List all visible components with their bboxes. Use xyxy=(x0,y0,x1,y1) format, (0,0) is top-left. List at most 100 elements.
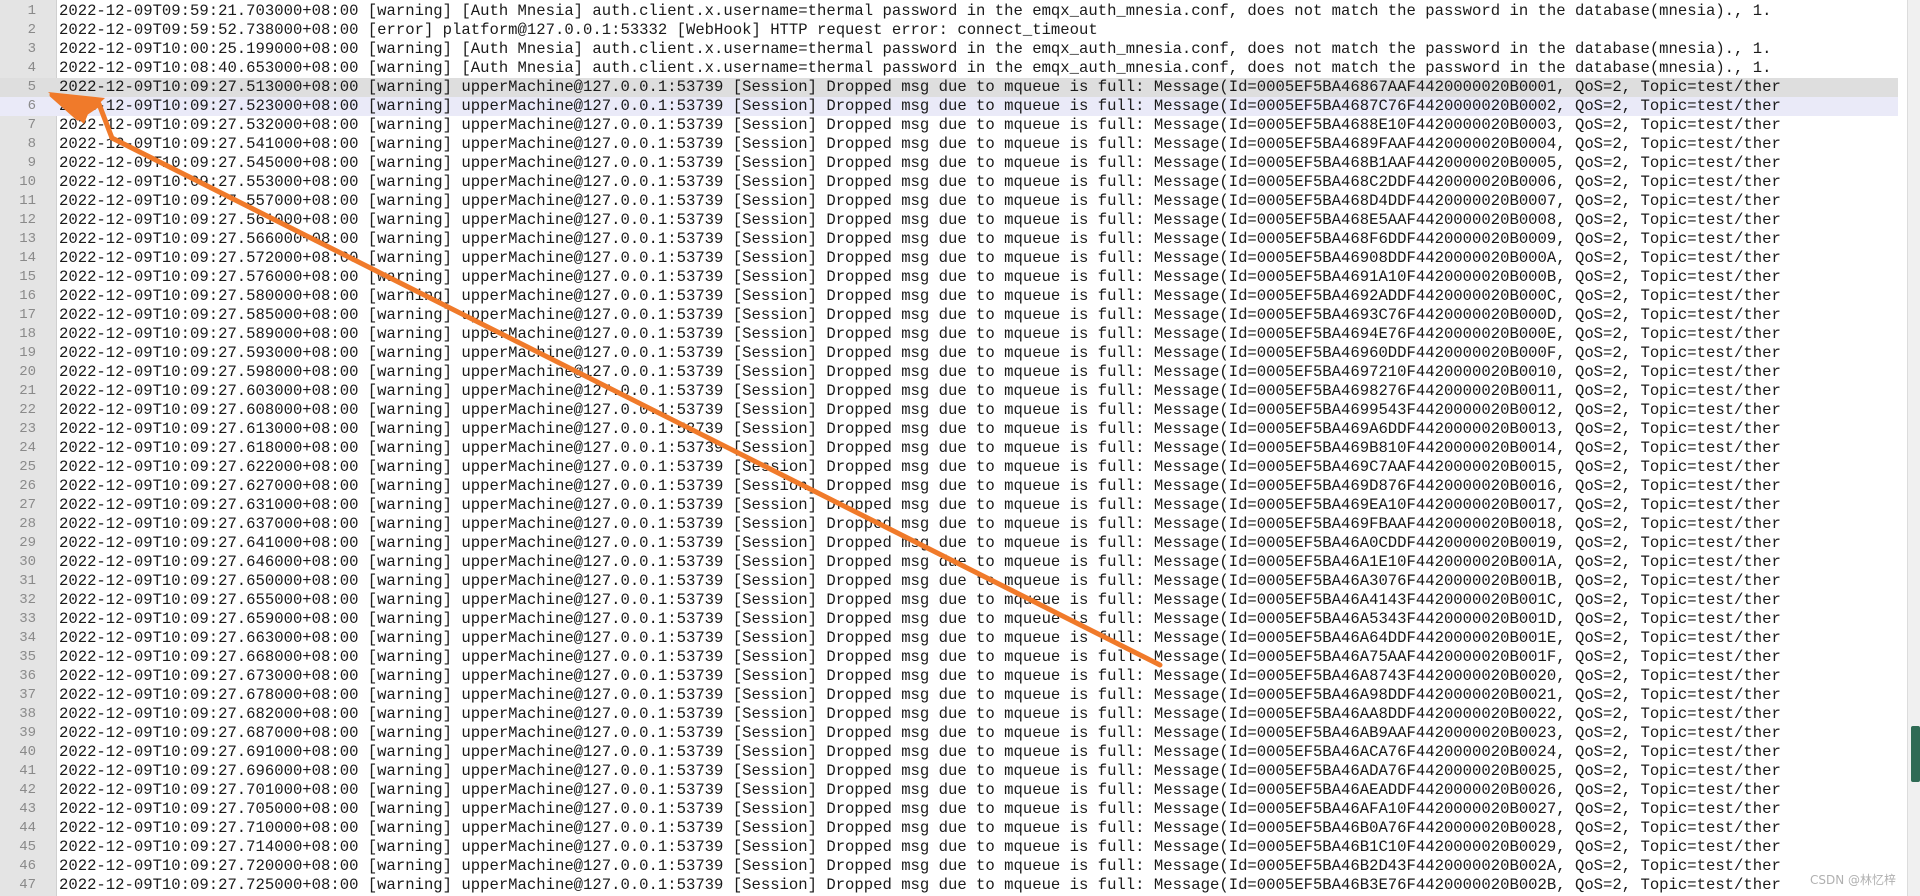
log-line[interactable]: 14 2022-12-09T10:09:27.572000+08:00 [warn… xyxy=(0,249,1898,268)
line-number: 11 xyxy=(19,193,36,209)
log-line-text: 2022-12-09T10:09:27.646000+08:00 [warnin… xyxy=(59,553,1781,571)
line-number: 36 xyxy=(19,668,36,684)
log-line-text: 2022-12-09T10:09:27.572000+08:00 [warnin… xyxy=(59,249,1781,267)
line-number: 1 xyxy=(27,3,36,19)
log-line[interactable]: 38 2022-12-09T10:09:27.682000+08:00 [warn… xyxy=(0,705,1898,724)
log-line[interactable]: 2 2022-12-09T09:59:52.738000+08:00 [error… xyxy=(0,21,1898,40)
log-line[interactable]: 47 2022-12-09T10:09:27.725000+08:00 [warn… xyxy=(0,876,1898,895)
line-number: 37 xyxy=(19,687,36,703)
log-line[interactable]: 35 2022-12-09T10:09:27.668000+08:00 [warn… xyxy=(0,648,1898,667)
log-line[interactable]: 20 2022-12-09T10:09:27.598000+08:00 [warn… xyxy=(0,363,1898,382)
log-line-text: 2022-12-09T10:09:27.598000+08:00 [warnin… xyxy=(59,363,1781,381)
log-line[interactable]: 29 2022-12-09T10:09:27.641000+08:00 [warn… xyxy=(0,534,1898,553)
log-line[interactable]: 1 2022-12-09T09:59:21.703000+08:00 [warni… xyxy=(0,2,1898,21)
log-line[interactable]: 23 2022-12-09T10:09:27.613000+08:00 [warn… xyxy=(0,420,1898,439)
line-number: 32 xyxy=(19,592,36,608)
log-line[interactable]: 46 2022-12-09T10:09:27.720000+08:00 [warn… xyxy=(0,857,1898,876)
log-line[interactable]: 43 2022-12-09T10:09:27.705000+08:00 [warn… xyxy=(0,800,1898,819)
log-line[interactable]: 5 2022-12-09T10:09:27.513000+08:00 [warni… xyxy=(0,78,1898,97)
log-line[interactable]: 34 2022-12-09T10:09:27.663000+08:00 [warn… xyxy=(0,629,1898,648)
log-line-text: 2022-12-09T10:09:27.561000+08:00 [warnin… xyxy=(59,211,1781,229)
log-line[interactable]: 4 2022-12-09T10:08:40.653000+08:00 [warni… xyxy=(0,59,1898,78)
line-number: 9 xyxy=(27,155,36,171)
log-line[interactable]: 27 2022-12-09T10:09:27.631000+08:00 [warn… xyxy=(0,496,1898,515)
log-line-text: 2022-12-09T10:09:27.523000+08:00 [warnin… xyxy=(59,97,1781,115)
line-number: 25 xyxy=(19,459,36,475)
scrollbar-thumb[interactable] xyxy=(1911,726,1920,782)
log-line-text: 2022-12-09T10:09:27.545000+08:00 [warnin… xyxy=(59,154,1781,172)
log-line[interactable]: 10 2022-12-09T10:09:27.553000+08:00 [warn… xyxy=(0,173,1898,192)
log-line-text: 2022-12-09T10:09:27.631000+08:00 [warnin… xyxy=(59,496,1781,514)
log-line[interactable]: 22 2022-12-09T10:09:27.608000+08:00 [warn… xyxy=(0,401,1898,420)
log-editor[interactable]: 1 2022-12-09T09:59:21.703000+08:00 [warni… xyxy=(0,0,1920,896)
log-line[interactable]: 24 2022-12-09T10:09:27.618000+08:00 [warn… xyxy=(0,439,1898,458)
log-line[interactable]: 33 2022-12-09T10:09:27.659000+08:00 [warn… xyxy=(0,610,1898,629)
line-number: 46 xyxy=(19,858,36,874)
log-line-text: 2022-12-09T10:09:27.701000+08:00 [warnin… xyxy=(59,781,1781,799)
line-number: 20 xyxy=(19,364,36,380)
log-line[interactable]: 18 2022-12-09T10:09:27.589000+08:00 [warn… xyxy=(0,325,1898,344)
log-line[interactable]: 21 2022-12-09T10:09:27.603000+08:00 [warn… xyxy=(0,382,1898,401)
log-line-text: 2022-12-09T10:09:27.589000+08:00 [warnin… xyxy=(59,325,1781,343)
log-line-text: 2022-12-09T10:09:27.585000+08:00 [warnin… xyxy=(59,306,1781,324)
log-line[interactable]: 36 2022-12-09T10:09:27.673000+08:00 [warn… xyxy=(0,667,1898,686)
line-number: 47 xyxy=(19,877,36,893)
log-line[interactable]: 41 2022-12-09T10:09:27.696000+08:00 [warn… xyxy=(0,762,1898,781)
line-number: 45 xyxy=(19,839,36,855)
log-line[interactable]: 17 2022-12-09T10:09:27.585000+08:00 [warn… xyxy=(0,306,1898,325)
line-number: 28 xyxy=(19,516,36,532)
line-number: 35 xyxy=(19,649,36,665)
log-line[interactable]: 9 2022-12-09T10:09:27.545000+08:00 [warni… xyxy=(0,154,1898,173)
log-line[interactable]: 19 2022-12-09T10:09:27.593000+08:00 [warn… xyxy=(0,344,1898,363)
line-number: 15 xyxy=(19,269,36,285)
log-line[interactable]: 7 2022-12-09T10:09:27.532000+08:00 [warni… xyxy=(0,116,1898,135)
log-line[interactable]: 32 2022-12-09T10:09:27.655000+08:00 [warn… xyxy=(0,591,1898,610)
log-line[interactable]: 13 2022-12-09T10:09:27.566000+08:00 [warn… xyxy=(0,230,1898,249)
log-line-text: 2022-12-09T10:09:27.593000+08:00 [warnin… xyxy=(59,344,1781,362)
log-line-text: 2022-12-09T10:09:27.637000+08:00 [warnin… xyxy=(59,515,1781,533)
log-line-text: 2022-12-09T10:09:27.622000+08:00 [warnin… xyxy=(59,458,1781,476)
log-line[interactable]: 30 2022-12-09T10:09:27.646000+08:00 [warn… xyxy=(0,553,1898,572)
log-line[interactable]: 45 2022-12-09T10:09:27.714000+08:00 [warn… xyxy=(0,838,1898,857)
log-line[interactable]: 15 2022-12-09T10:09:27.576000+08:00 [warn… xyxy=(0,268,1898,287)
log-line[interactable]: 11 2022-12-09T10:09:27.557000+08:00 [warn… xyxy=(0,192,1898,211)
line-number: 3 xyxy=(27,41,36,57)
log-line-text: 2022-12-09T10:09:27.696000+08:00 [warnin… xyxy=(59,762,1781,780)
log-line[interactable]: 8 2022-12-09T10:09:27.541000+08:00 [warni… xyxy=(0,135,1898,154)
log-line[interactable]: 3 2022-12-09T10:00:25.199000+08:00 [warni… xyxy=(0,40,1898,59)
line-number: 26 xyxy=(19,478,36,494)
log-line[interactable]: 6 2022-12-09T10:09:27.523000+08:00 [warni… xyxy=(0,97,1898,116)
log-line-text: 2022-12-09T10:09:27.557000+08:00 [warnin… xyxy=(59,192,1781,210)
log-line-text: 2022-12-09T10:09:27.663000+08:00 [warnin… xyxy=(59,629,1781,647)
log-line[interactable]: 25 2022-12-09T10:09:27.622000+08:00 [warn… xyxy=(0,458,1898,477)
line-number: 18 xyxy=(19,326,36,342)
line-number: 27 xyxy=(19,497,36,513)
line-number: 29 xyxy=(19,535,36,551)
log-line-text: 2022-12-09T10:09:27.668000+08:00 [warnin… xyxy=(59,648,1781,666)
log-line[interactable]: 39 2022-12-09T10:09:27.687000+08:00 [warn… xyxy=(0,724,1898,743)
log-line[interactable]: 37 2022-12-09T10:09:27.678000+08:00 [warn… xyxy=(0,686,1898,705)
log-line[interactable]: 40 2022-12-09T10:09:27.691000+08:00 [warn… xyxy=(0,743,1898,762)
log-line-text: 2022-12-09T10:09:27.682000+08:00 [warnin… xyxy=(59,705,1781,723)
line-number: 17 xyxy=(19,307,36,323)
log-line-text: 2022-12-09T10:09:27.608000+08:00 [warnin… xyxy=(59,401,1781,419)
log-line[interactable]: 26 2022-12-09T10:09:27.627000+08:00 [warn… xyxy=(0,477,1898,496)
line-number: 44 xyxy=(19,820,36,836)
log-line-text: 2022-12-09T10:09:27.532000+08:00 [warnin… xyxy=(59,116,1781,134)
log-line-text: 2022-12-09T10:09:27.673000+08:00 [warnin… xyxy=(59,667,1781,685)
line-number: 40 xyxy=(19,744,36,760)
log-line[interactable]: 16 2022-12-09T10:09:27.580000+08:00 [warn… xyxy=(0,287,1898,306)
vertical-scrollbar[interactable] xyxy=(1907,0,1920,896)
log-line[interactable]: 28 2022-12-09T10:09:27.637000+08:00 [warn… xyxy=(0,515,1898,534)
line-number: 33 xyxy=(19,611,36,627)
log-line[interactable]: 44 2022-12-09T10:09:27.710000+08:00 [warn… xyxy=(0,819,1898,838)
log-line-text: 2022-12-09T10:09:27.580000+08:00 [warnin… xyxy=(59,287,1781,305)
log-line-text: 2022-12-09T09:59:21.703000+08:00 [warnin… xyxy=(59,2,1772,20)
line-number: 4 xyxy=(27,60,36,76)
log-line[interactable]: 12 2022-12-09T10:09:27.561000+08:00 [warn… xyxy=(0,211,1898,230)
line-number: 21 xyxy=(19,383,36,399)
log-line[interactable]: 31 2022-12-09T10:09:27.650000+08:00 [warn… xyxy=(0,572,1898,591)
line-number: 7 xyxy=(27,117,36,133)
log-line[interactable]: 42 2022-12-09T10:09:27.701000+08:00 [warn… xyxy=(0,781,1898,800)
line-number: 10 xyxy=(19,174,36,190)
